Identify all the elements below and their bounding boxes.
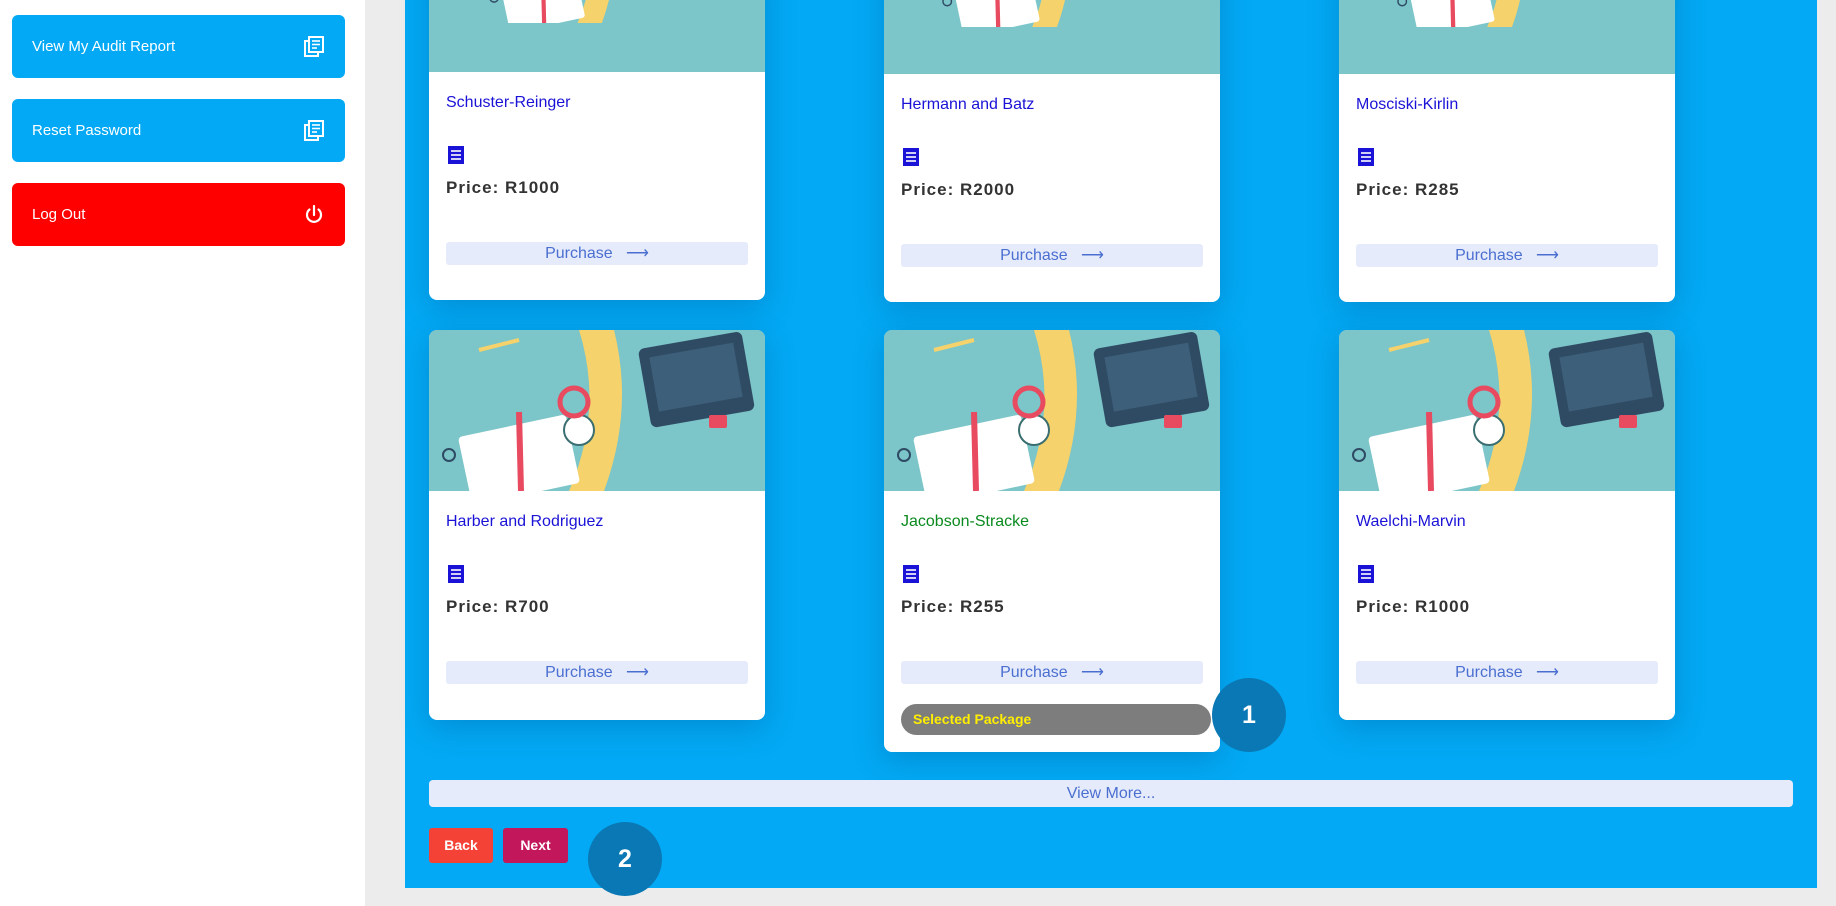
package-card: Schuster-Reinger Price: R1000 Purchase ⟶ [429,0,765,300]
package-name: Hermann and Batz [901,96,1035,113]
package-price: Price: R700 [446,597,550,616]
package-name: Schuster-Reinger [446,94,571,111]
purchase-label: Purchase [1455,247,1523,264]
document-icon [901,564,921,584]
card-illustration [884,0,1220,74]
package-card: Harber and Rodriguez Price: R700 Purchas… [429,330,765,720]
step-marker-2: 2 [588,822,662,896]
package-price: Price: R1000 [1356,597,1471,616]
document-icon [1356,564,1376,584]
arrow-right-icon: ⟶ [1081,664,1104,681]
purchase-label: Purchase [545,245,613,262]
purchase-button[interactable]: Purchase ⟶ [1356,244,1658,267]
arrow-right-icon: ⟶ [1081,247,1104,264]
purchase-label: Purchase [1000,247,1068,264]
purchase-label: Purchase [545,664,613,681]
next-button[interactable]: Next [503,828,568,863]
library-books-icon [303,35,325,58]
reset-password-label: Reset Password [32,122,142,139]
card-illustration [429,0,765,72]
view-audit-report-button[interactable]: View My Audit Report [12,15,345,78]
package-price: Price: R1000 [446,178,561,197]
package-card: Waelchi-Marvin Price: R1000 Purchase ⟶ [1339,330,1675,720]
package-price: Price: R285 [1356,180,1460,199]
purchase-button[interactable]: Purchase ⟶ [446,242,748,265]
package-price: Price: R255 [901,597,1005,616]
log-out-button[interactable]: Log Out [12,183,345,246]
document-icon [901,147,921,167]
arrow-right-icon: ⟶ [626,664,649,681]
purchase-button[interactable]: Purchase ⟶ [901,244,1203,267]
back-button[interactable]: Back [429,828,493,863]
purchase-button[interactable]: Purchase ⟶ [446,661,748,684]
power-icon [303,204,325,226]
card-illustration [884,330,1220,491]
document-icon [446,145,466,165]
arrow-right-icon: ⟶ [1536,664,1559,681]
arrow-right-icon: ⟶ [1536,247,1559,264]
package-card: Hermann and Batz Price: R2000 Purchase ⟶ [884,0,1220,302]
purchase-button[interactable]: Purchase ⟶ [901,661,1203,684]
package-name: Jacobson-Stracke [901,513,1030,530]
view-more-button[interactable]: View More... [429,780,1793,807]
purchase-label: Purchase [1000,664,1068,681]
package-name: Harber and Rodriguez [446,513,604,530]
package-card-selected: Jacobson-Stracke Price: R255 Purchase ⟶ … [884,330,1220,752]
package-name: Waelchi-Marvin [1356,513,1466,530]
arrow-right-icon: ⟶ [626,245,649,262]
log-out-label: Log Out [32,206,86,223]
package-price: Price: R2000 [901,180,1016,199]
package-name: Mosciski-Kirlin [1356,96,1459,113]
purchase-button[interactable]: Purchase ⟶ [1356,661,1658,684]
card-illustration [1339,330,1675,491]
document-icon [446,564,466,584]
step-marker-1: 1 [1212,678,1286,752]
sidebar: View My Audit Report Reset Password Log … [0,0,365,906]
purchase-label: Purchase [1455,664,1523,681]
library-books-icon [303,119,325,142]
reset-password-button[interactable]: Reset Password [12,99,345,162]
selected-package-badge: Selected Package [901,704,1211,735]
package-card: Mosciski-Kirlin Price: R285 Purchase ⟶ [1339,0,1675,302]
card-illustration [429,330,765,491]
document-icon [1356,147,1376,167]
view-audit-report-label: View My Audit Report [32,38,176,55]
card-illustration [1339,0,1675,74]
